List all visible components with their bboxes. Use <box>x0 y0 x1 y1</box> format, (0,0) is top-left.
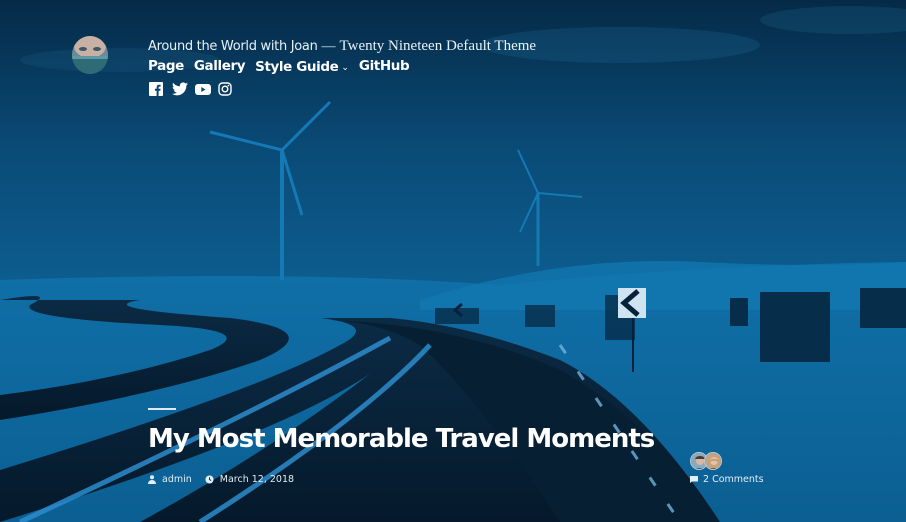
entry-header: My Most Memorable Travel Moments admin M… <box>148 408 655 485</box>
nav-item-gallery[interactable]: Gallery <box>194 58 246 76</box>
site-logo-image <box>72 36 108 74</box>
commenter-avatars <box>690 452 764 470</box>
nav-item-style-guide[interactable]: Style Guide <box>255 59 339 75</box>
entry-title: My Most Memorable Travel Moments <box>148 424 655 454</box>
nav-item-github[interactable]: GitHub <box>359 58 410 76</box>
nav-item-style-guide-wrap: Style Guide ⌄ <box>255 58 349 76</box>
entry-meta: admin March 12, 2018 <box>148 474 294 485</box>
byline: admin <box>148 474 192 485</box>
site-logo[interactable] <box>72 36 108 74</box>
twitter-icon[interactable] <box>172 82 188 98</box>
author-link[interactable]: admin <box>162 474 192 485</box>
posted-on: March 12, 2018 <box>205 474 294 485</box>
site-title-link[interactable]: Around the World with Joan <box>148 39 318 54</box>
chevron-down-icon[interactable]: ⌄ <box>341 62 349 72</box>
facebook-icon[interactable] <box>149 82 165 98</box>
discussion-meta: 2 Comments <box>690 452 764 485</box>
site-title-line: Around the World with Joan — Twenty Ninete… <box>148 37 536 55</box>
clock-icon <box>205 475 214 484</box>
person-icon <box>148 475 156 484</box>
site-description: Twenty Nineteen Default Theme <box>339 38 537 54</box>
title-divider <box>148 408 176 410</box>
post-date-link[interactable]: March 12, 2018 <box>220 474 294 485</box>
social-links <box>149 82 234 98</box>
commenter-avatar <box>704 452 722 470</box>
comments-link-wrap: 2 Comments <box>690 474 764 485</box>
nav-item-page[interactable]: Page <box>148 58 184 76</box>
main-navigation: Page Gallery Style Guide ⌄ GitHub <box>148 58 410 76</box>
title-separator: — <box>321 39 336 54</box>
comments-link[interactable]: 2 Comments <box>703 474 764 485</box>
comment-icon <box>690 476 698 483</box>
youtube-icon[interactable] <box>195 82 211 98</box>
instagram-icon[interactable] <box>218 82 234 98</box>
